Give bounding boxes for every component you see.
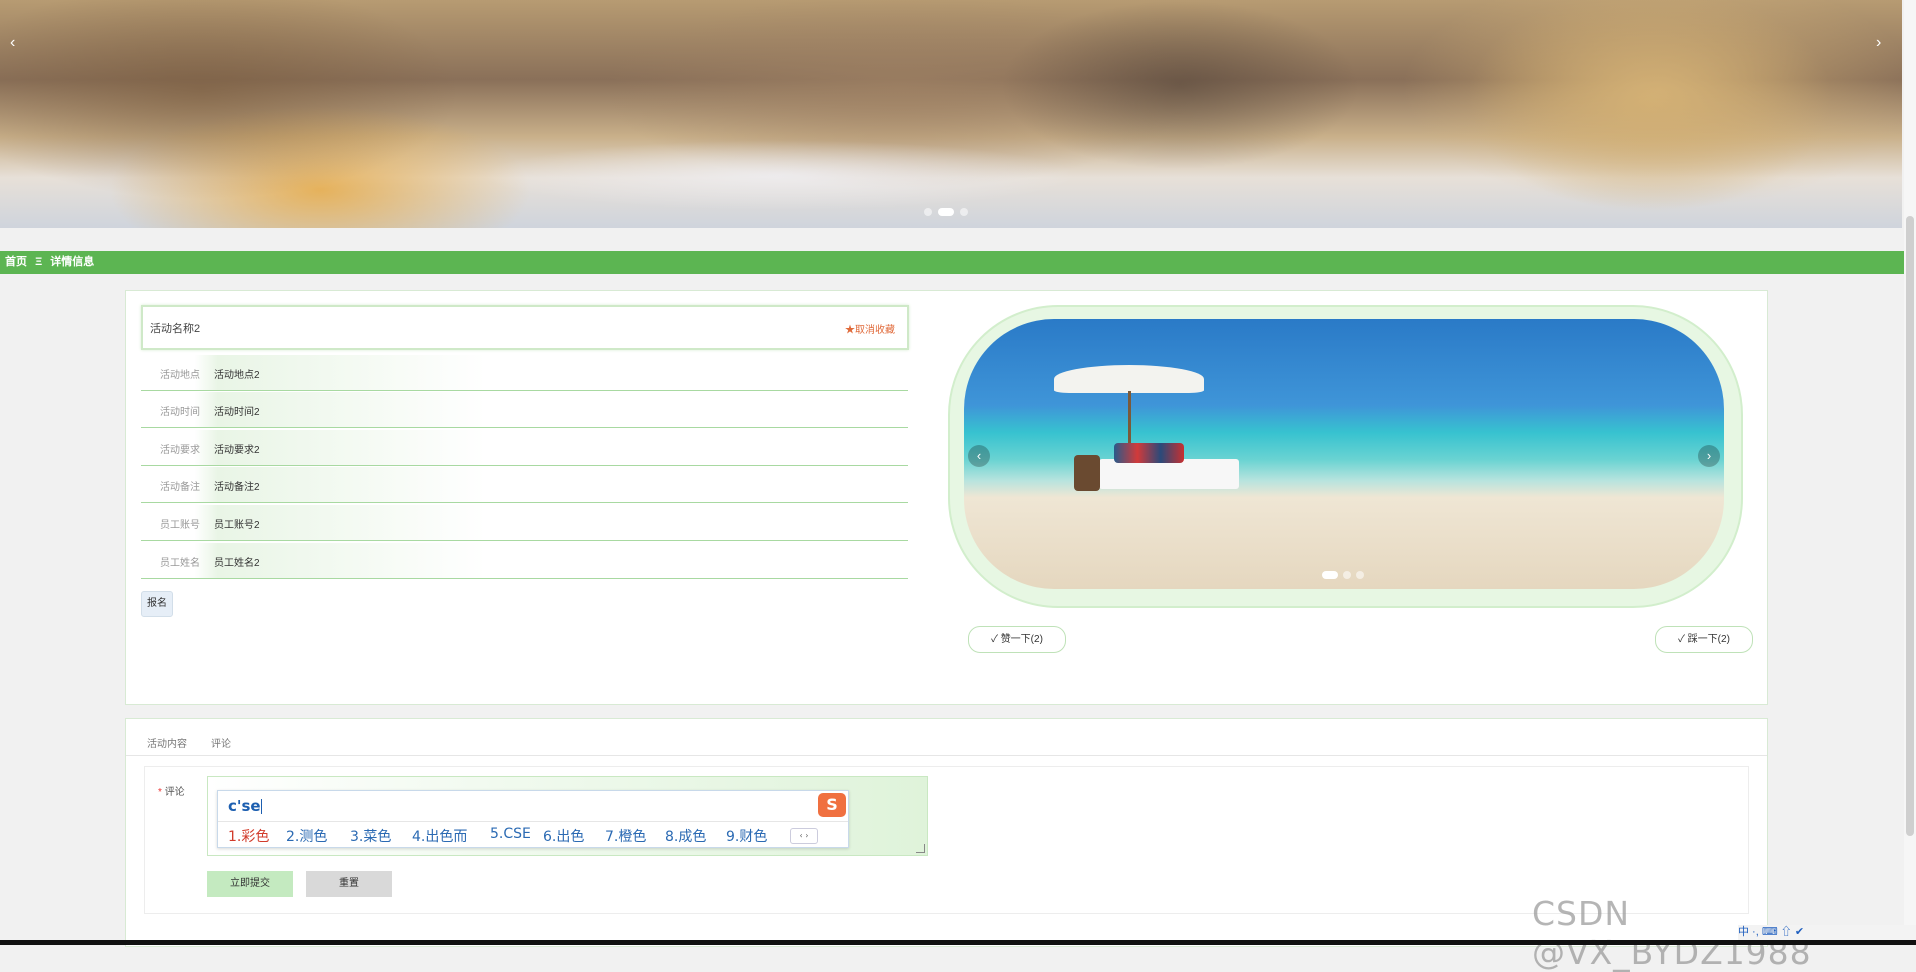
required-mark: * xyxy=(158,787,162,798)
info-row-requirement: 活动要求 活动要求2 xyxy=(141,430,908,466)
banner-pagination xyxy=(924,208,968,216)
field-label: 活动时间 xyxy=(160,407,200,418)
dislike-button[interactable]: ✓ 踩一下(2) xyxy=(1655,626,1753,653)
field-value: 活动备注2 xyxy=(214,482,260,493)
cushions-shape xyxy=(1114,443,1184,463)
field-value: 活动地点2 xyxy=(214,370,260,381)
reset-button[interactable]: 重置 xyxy=(306,871,392,897)
info-row-employee-name: 员工姓名 员工姓名2 xyxy=(141,543,908,579)
field-value: 员工账号2 xyxy=(214,520,260,531)
info-row-remark: 活动备注 活动备注2 xyxy=(141,467,908,503)
unfavorite-button[interactable]: ★取消收藏 xyxy=(845,321,895,336)
carousel-pagination xyxy=(1322,571,1364,579)
image-carousel: ‹ › xyxy=(964,319,1724,589)
field-value: 活动要求2 xyxy=(214,445,260,456)
system-tray: 中 ·, ⌨ ⇧ ✔ xyxy=(1738,925,1916,940)
tab-comments[interactable]: 评论 xyxy=(211,735,231,750)
banner-next-arrow[interactable]: › xyxy=(1876,34,1881,52)
ime-candidate[interactable]: 4.出色而 xyxy=(412,826,467,846)
field-label: 员工账号 xyxy=(160,520,200,531)
banner-tree-shape xyxy=(0,0,460,200)
ime-candidate[interactable]: 8.成色 xyxy=(665,826,706,846)
info-row-time: 活动时间 活动时间2 xyxy=(141,392,908,428)
like-button-label: 赞一下(2) xyxy=(1000,634,1043,645)
banner-tree-shape xyxy=(1000,0,1360,170)
ime-candidate[interactable]: 1.彩色 xyxy=(228,826,269,846)
ime-composition: c'se xyxy=(228,797,262,815)
carousel-dot[interactable] xyxy=(1356,571,1364,579)
field-label: 活动要求 xyxy=(160,445,200,456)
bottom-edge xyxy=(0,940,1916,945)
content-tabs: 活动内容 评论 xyxy=(126,719,1767,756)
carousel-next-arrow[interactable]: › xyxy=(1698,445,1720,467)
field-value: 活动时间2 xyxy=(214,407,260,418)
carousel-prev-arrow[interactable]: ‹ xyxy=(968,445,990,467)
banner-dot-active[interactable] xyxy=(938,208,954,216)
thumbs-down-icon: ✓ xyxy=(1678,634,1688,645)
field-label: 活动备注 xyxy=(160,482,200,493)
resize-handle-icon[interactable] xyxy=(916,844,925,853)
breadcrumb-home[interactable]: 首页 xyxy=(5,256,27,268)
thumbs-up-icon: ✓ xyxy=(991,634,1001,645)
info-row-employee-account: 员工账号 员工账号2 xyxy=(141,505,908,541)
page-scrollbar[interactable] xyxy=(1904,0,1916,945)
activity-title: 活动名称2 xyxy=(150,323,201,335)
ime-candidate[interactable]: 6.出色 xyxy=(543,826,584,846)
daybed-shape xyxy=(1099,459,1239,489)
comment-panel: 活动内容 评论 * 评论 c'se S 1.彩色 2.测色 3.菜色 4.出色而… xyxy=(125,718,1768,947)
detail-panel: 活动名称2 ★取消收藏 活动地点 活动地点2 活动时间 活动时间2 活动要求 活… xyxy=(125,290,1768,705)
banner-snow-shape xyxy=(480,140,1080,210)
carousel-dot-active[interactable] xyxy=(1322,571,1338,579)
comment-label-text: 评论 xyxy=(164,787,185,798)
ime-page-arrows-icon[interactable]: ‹ › xyxy=(790,828,818,844)
title-box: 活动名称2 ★取消收藏 xyxy=(141,305,909,350)
signup-button[interactable]: 报名 xyxy=(141,591,173,617)
umbrella-shape xyxy=(1054,365,1204,393)
banner-tree-shape xyxy=(1400,0,1902,210)
like-button[interactable]: ✓ 赞一下(2) xyxy=(968,626,1066,653)
submit-button[interactable]: 立即提交 xyxy=(207,871,293,897)
ime-candidate[interactable]: 3.菜色 xyxy=(350,826,391,846)
info-row-location: 活动地点 活动地点2 xyxy=(141,355,908,391)
ime-candidate[interactable]: 7.橙色 xyxy=(605,826,646,846)
breadcrumb: 首页 Ξ 详情信息 xyxy=(0,251,1907,274)
side-table-shape xyxy=(1074,455,1100,491)
banner-dot[interactable] xyxy=(960,208,968,216)
ime-candidate[interactable]: 5.CSE xyxy=(490,826,531,842)
scrollbar-thumb[interactable] xyxy=(1906,216,1914,836)
breadcrumb-separator: Ξ xyxy=(35,256,43,268)
breadcrumb-current: 详情信息 xyxy=(50,256,95,268)
banner-prev-arrow[interactable]: ‹ xyxy=(10,34,15,52)
ime-candidate[interactable]: 9.财色 xyxy=(726,826,767,846)
ime-composition-text: c'se xyxy=(228,797,261,815)
dislike-button-label: 踩一下(2) xyxy=(1687,634,1730,645)
field-label: 活动地点 xyxy=(160,370,200,381)
ime-candidate-window: c'se S 1.彩色 2.测色 3.菜色 4.出色而 5.CSE 6.出色 7… xyxy=(217,790,849,848)
field-value: 员工姓名2 xyxy=(214,558,260,569)
banner-dot[interactable] xyxy=(924,208,932,216)
image-carousel-frame: ‹ › xyxy=(948,305,1743,608)
top-banner: ‹ › xyxy=(0,0,1902,228)
field-label: 员工姓名 xyxy=(160,558,200,569)
ime-candidate-list: 1.彩色 2.测色 3.菜色 4.出色而 5.CSE 6.出色 7.橙色 8.成… xyxy=(218,821,848,847)
sogou-logo-icon: S xyxy=(818,793,846,817)
tab-activity-content[interactable]: 活动内容 xyxy=(147,735,187,750)
ime-candidate[interactable]: 2.测色 xyxy=(286,826,327,846)
comment-label: * 评论 xyxy=(158,783,185,798)
carousel-dot[interactable] xyxy=(1343,571,1351,579)
text-caret xyxy=(260,799,262,814)
